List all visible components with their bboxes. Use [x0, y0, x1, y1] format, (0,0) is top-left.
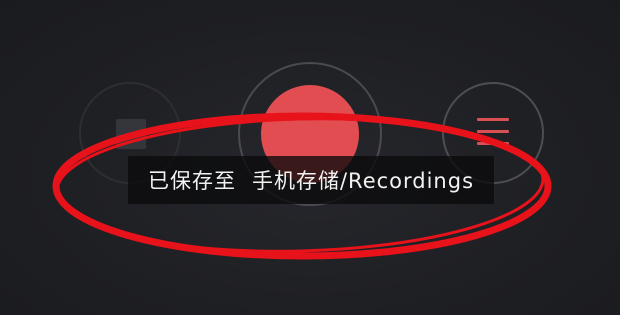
toast-prefix: 已保存至	[147, 169, 236, 193]
toast-path: 手机存储/Recordings	[251, 169, 475, 193]
recorder-screen: 已保存至 手机存储/Recordings	[0, 0, 620, 315]
menu-list-icon	[477, 118, 509, 148]
saved-toast: 已保存至 手机存储/Recordings	[128, 156, 494, 204]
stop-square-icon	[116, 119, 146, 149]
